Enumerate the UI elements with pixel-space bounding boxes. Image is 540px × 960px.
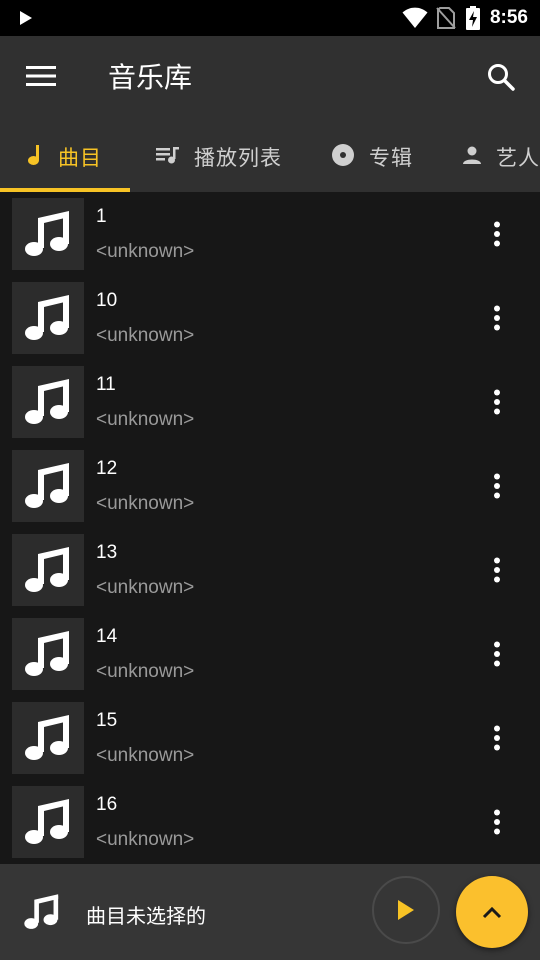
song-title: 13 <box>96 542 118 563</box>
song-artist: <unknown> <box>96 829 195 850</box>
song-row[interactable]: 14 <unknown> <box>0 612 540 696</box>
tab-songs[interactable]: 曲目 <box>26 122 102 192</box>
person-icon <box>462 145 482 170</box>
menu-icon[interactable] <box>26 65 58 93</box>
more-options-icon[interactable] <box>484 468 510 504</box>
song-title: 16 <box>96 794 118 815</box>
song-title: 12 <box>96 458 118 479</box>
mini-player[interactable]: 曲目未选择的 <box>0 864 540 960</box>
media-playing-icon <box>20 11 32 25</box>
music-note-icon <box>26 144 44 171</box>
song-row[interactable]: 15 <unknown> <box>0 696 540 780</box>
song-title: 14 <box>96 626 118 647</box>
tab-label: 专辑 <box>369 147 413 170</box>
album-art <box>12 282 84 354</box>
song-title: 11 <box>96 374 116 395</box>
music-note-icon <box>25 295 69 340</box>
song-artist: <unknown> <box>96 493 195 514</box>
more-options-icon[interactable] <box>484 720 510 756</box>
library-tabs: 曲目 播放列表 专辑 艺人 <box>0 122 540 192</box>
battery-charging-icon <box>465 6 480 30</box>
song-row[interactable]: 1 <unknown> <box>0 192 540 276</box>
tab-label: 艺人 <box>496 147 540 170</box>
status-bar: 8:56 <box>0 0 540 36</box>
more-options-icon[interactable] <box>484 636 510 672</box>
music-note-icon <box>25 547 69 592</box>
song-row[interactable]: 12 <unknown> <box>0 444 540 528</box>
music-note-icon <box>25 463 69 508</box>
song-list: 1 <unknown> 10 <unknown> 11 <unknown> 12… <box>0 192 540 864</box>
tab-label: 曲目 <box>58 147 102 170</box>
play-button[interactable] <box>372 876 440 944</box>
more-options-icon[interactable] <box>484 384 510 420</box>
music-note-icon <box>25 631 69 676</box>
album-art <box>12 786 84 858</box>
album-art <box>12 198 84 270</box>
expand-player-button[interactable] <box>456 876 528 948</box>
song-row[interactable]: 16 <unknown> <box>0 780 540 864</box>
tab-label: 播放列表 <box>194 147 282 170</box>
tab-artists[interactable]: 艺人 <box>462 122 540 192</box>
status-time: 8:56 <box>489 7 528 28</box>
song-artist: <unknown> <box>96 577 195 598</box>
no-sim-icon <box>436 7 456 29</box>
song-row[interactable]: 10 <unknown> <box>0 276 540 360</box>
tab-playlists[interactable]: 播放列表 <box>156 122 282 192</box>
app-bar: 音乐库 <box>0 36 540 122</box>
page-title: 音乐库 <box>108 62 193 93</box>
album-art <box>12 618 84 690</box>
music-note-icon <box>25 799 69 844</box>
song-title: 15 <box>96 710 118 731</box>
album-art <box>12 702 84 774</box>
album-art <box>12 366 84 438</box>
song-artist: <unknown> <box>96 409 195 430</box>
album-art <box>12 450 84 522</box>
song-title: 1 <box>96 206 107 227</box>
song-artist: <unknown> <box>96 745 195 766</box>
play-icon <box>398 900 414 920</box>
tab-albums[interactable]: 专辑 <box>331 122 413 192</box>
song-row[interactable]: 13 <unknown> <box>0 528 540 612</box>
song-row[interactable]: 11 <unknown> <box>0 360 540 444</box>
music-note-icon <box>25 379 69 424</box>
music-note-icon <box>25 211 69 256</box>
more-options-icon[interactable] <box>484 216 510 252</box>
wifi-icon <box>402 7 428 29</box>
song-title: 10 <box>96 290 118 311</box>
more-options-icon[interactable] <box>484 552 510 588</box>
more-options-icon[interactable] <box>484 804 510 840</box>
song-artist: <unknown> <box>96 325 195 346</box>
chevron-up-icon <box>482 906 502 919</box>
playlist-icon <box>156 145 180 170</box>
now-playing-title: 曲目未选择的 <box>86 906 206 928</box>
album-art <box>12 534 84 606</box>
song-artist: <unknown> <box>96 661 195 682</box>
song-artist: <unknown> <box>96 241 195 262</box>
search-icon[interactable] <box>486 62 518 94</box>
more-options-icon[interactable] <box>484 300 510 336</box>
album-icon <box>331 143 355 172</box>
music-note-icon <box>22 892 62 937</box>
music-note-icon <box>25 715 69 760</box>
